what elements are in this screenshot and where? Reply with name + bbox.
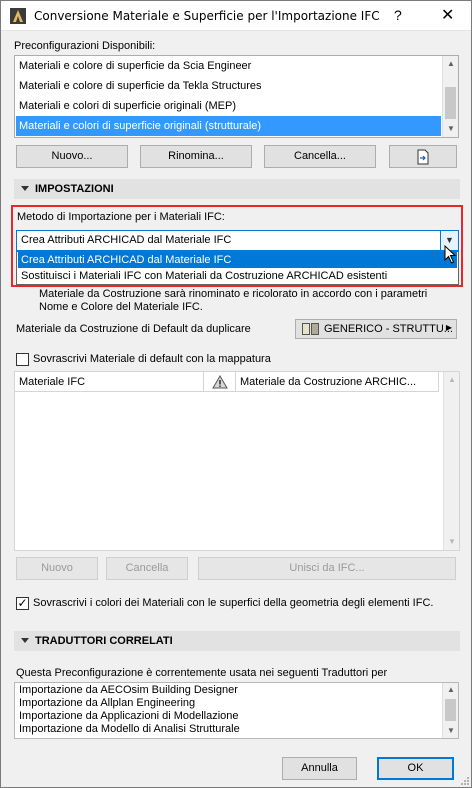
export-file-icon bbox=[417, 149, 429, 165]
translator-item: Importazione da AECOsim Building Designe… bbox=[19, 684, 238, 696]
warning-icon bbox=[211, 375, 228, 389]
delete-preset-button[interactable]: Cancella... bbox=[264, 145, 376, 168]
table-new-button[interactable]: Nuovo bbox=[16, 557, 98, 580]
close-button[interactable]: ✕ bbox=[441, 5, 454, 25]
material-swatch-fill bbox=[302, 323, 310, 335]
material-mapping-table[interactable]: Materiale IFC Materiale da Costruzione A… bbox=[14, 371, 460, 551]
method-option-replace[interactable]: Sostituisci i Materiali IFC con Material… bbox=[18, 268, 457, 284]
help-button[interactable]: ? bbox=[394, 7, 402, 23]
presets-scrollbar[interactable]: ▲ ▼ bbox=[442, 56, 458, 137]
translators-scrollbar[interactable]: ▲ ▼ bbox=[442, 683, 458, 738]
preset-item[interactable]: Materiali e colore di superficie da Tekl… bbox=[16, 76, 441, 96]
archicad-app-icon bbox=[10, 8, 26, 24]
settings-section-header[interactable]: IMPOSTAZIONI bbox=[14, 179, 460, 199]
rename-preset-button[interactable]: Rinomina... bbox=[140, 145, 252, 168]
scroll-thumb[interactable] bbox=[445, 87, 456, 119]
settings-header-label: IMPOSTAZIONI bbox=[35, 183, 114, 195]
checkmark-icon: ✓ bbox=[17, 596, 28, 610]
scroll-down-icon[interactable]: ▼ bbox=[444, 534, 460, 550]
preset-item[interactable]: Materiali e colori di superficie origina… bbox=[16, 96, 441, 116]
col-header-warning[interactable] bbox=[204, 372, 236, 392]
preset-item-selected[interactable]: Materiali e colori di superficie origina… bbox=[16, 116, 441, 136]
method-description-line1: Materiale da Costruzione sarà rinominato… bbox=[39, 288, 428, 300]
ifc-material-conversion-dialog: Conversione Materiale e Superficie per l… bbox=[0, 0, 472, 788]
cancel-button[interactable]: Annulla bbox=[282, 757, 357, 780]
window-title: Conversione Materiale e Superficie per l… bbox=[34, 9, 380, 23]
method-description-line2: Nome e Colore del Materiale IFC. bbox=[39, 301, 203, 313]
mouse-cursor-icon bbox=[444, 245, 457, 264]
table-delete-button[interactable]: Cancella bbox=[106, 557, 188, 580]
translator-item: Importazione da Allplan Engineering bbox=[19, 697, 196, 709]
translator-item: Importazione da Applicazioni di Modellaz… bbox=[19, 710, 239, 722]
resize-grip-icon[interactable] bbox=[460, 776, 470, 786]
translators-header-label: TRADUTTORI CORRELATI bbox=[35, 635, 173, 647]
translators-list[interactable]: Importazione da AECOsim Building Designe… bbox=[14, 682, 459, 739]
import-method-value: Crea Attributi ARCHICAD dal Materiale IF… bbox=[21, 234, 232, 246]
material-swatch-hatch bbox=[311, 323, 319, 335]
collapse-triangle-icon bbox=[21, 186, 29, 192]
presets-label: Preconfigurazioni Disponibili: bbox=[14, 40, 156, 52]
translators-intro: Questa Preconfigurazione è correntemente… bbox=[16, 667, 388, 679]
scroll-up-icon[interactable]: ▲ bbox=[444, 372, 460, 388]
scroll-up-icon[interactable]: ▲ bbox=[443, 683, 459, 697]
chevron-right-icon: ▶ bbox=[445, 323, 452, 332]
scroll-down-icon[interactable]: ▼ bbox=[443, 121, 459, 137]
import-method-select[interactable]: Crea Attributi ARCHICAD dal Materiale IF… bbox=[16, 230, 459, 251]
col-header-archicad-material[interactable]: Materiale da Costruzione ARCHIC... bbox=[236, 372, 439, 392]
new-preset-button[interactable]: Nuovo... bbox=[16, 145, 128, 168]
default-material-value: GENERICO - STRUTTU... bbox=[324, 323, 453, 335]
overwrite-colors-checkbox[interactable]: ✓ bbox=[16, 596, 29, 610]
default-material-label: Materiale da Costruzione di Default da d… bbox=[16, 323, 251, 335]
export-preset-button[interactable] bbox=[389, 145, 457, 168]
col-header-ifc-material[interactable]: Materiale IFC bbox=[15, 372, 204, 392]
translators-section-header[interactable]: TRADUTTORI CORRELATI bbox=[14, 631, 460, 651]
merge-from-ifc-button[interactable]: Unisci da IFC... bbox=[198, 557, 456, 580]
presets-list[interactable]: Materiali e colore di superficie da Scia… bbox=[14, 55, 459, 138]
preset-item[interactable]: Materiali e colore di superficie da Scia… bbox=[16, 56, 441, 76]
method-option-create[interactable]: Crea Attributi ARCHICAD dal Materiale IF… bbox=[18, 252, 457, 268]
overwrite-default-label: Sovrascrivi Materiale di default con la … bbox=[33, 353, 271, 365]
overwrite-colors-label: Sovrascrivi i colori dei Materiali con l… bbox=[33, 597, 434, 609]
default-material-picker[interactable]: GENERICO - STRUTTU... ▶ bbox=[295, 319, 457, 339]
title-bar: Conversione Materiale e Superficie per l… bbox=[1, 1, 471, 31]
translator-item: Importazione da Modello di Analisi Strut… bbox=[19, 723, 240, 735]
import-method-dropdown[interactable]: Crea Attributi ARCHICAD dal Materiale IF… bbox=[16, 251, 459, 285]
overwrite-default-checkbox[interactable] bbox=[16, 353, 29, 366]
ok-button[interactable]: OK bbox=[377, 757, 454, 780]
collapse-triangle-icon bbox=[21, 638, 29, 644]
import-method-label: Metodo di Importazione per i Materiali I… bbox=[17, 211, 225, 223]
table-scrollbar[interactable]: ▲ ▼ bbox=[443, 372, 459, 550]
scroll-down-icon[interactable]: ▼ bbox=[443, 724, 459, 738]
scroll-up-icon[interactable]: ▲ bbox=[443, 56, 459, 72]
scroll-thumb[interactable] bbox=[445, 699, 456, 721]
